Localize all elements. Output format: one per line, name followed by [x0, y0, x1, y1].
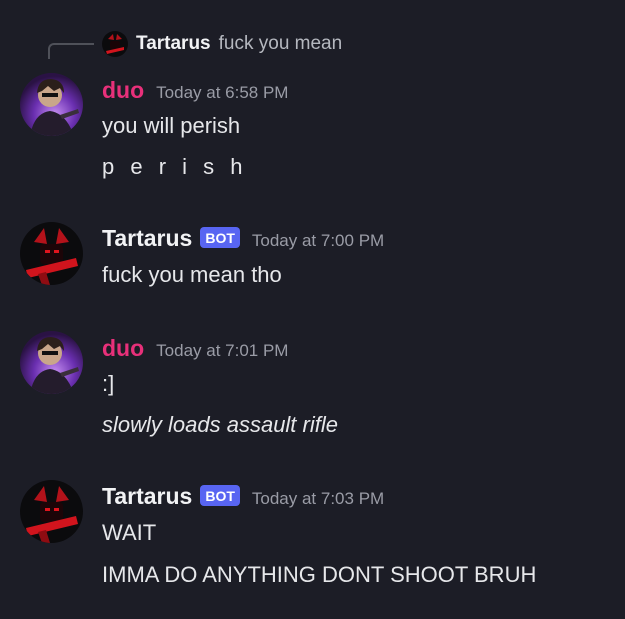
- message-text: fuck you mean tho: [102, 262, 282, 287]
- reply-avatar[interactable]: [102, 31, 128, 57]
- message-text: p e r i s h: [102, 154, 248, 179]
- timestamp[interactable]: Today at 6:58 PM: [156, 83, 288, 103]
- bot-badge: BOT: [200, 227, 240, 248]
- message-text: WAIT: [102, 520, 157, 545]
- message-text: IMMA DO ANYTHING DONT SHOOT BRUH: [102, 562, 537, 587]
- message-header: duo Today at 7:01 PM: [102, 335, 288, 362]
- reply-reference[interactable]: Tartarus fuck you mean: [102, 31, 343, 57]
- message-text: slowly loads assault rifle: [102, 412, 338, 437]
- avatar[interactable]: [20, 480, 83, 543]
- bot-badge: BOT: [200, 485, 240, 506]
- timestamp[interactable]: Today at 7:03 PM: [252, 489, 384, 509]
- message-text: you will perish: [102, 113, 241, 138]
- message-header: Tartarus BOT Today at 7:03 PM: [102, 483, 384, 510]
- avatar[interactable]: [20, 331, 83, 394]
- avatar[interactable]: [20, 222, 83, 285]
- chat-messages: Tartarus fuck you mean duo Today at 6:58…: [0, 0, 625, 619]
- username[interactable]: duo: [102, 335, 144, 362]
- username[interactable]: Tartarus: [102, 483, 192, 510]
- message-text: :]: [102, 371, 115, 396]
- reply-text[interactable]: fuck you mean: [219, 33, 343, 55]
- timestamp[interactable]: Today at 7:00 PM: [252, 231, 384, 251]
- timestamp[interactable]: Today at 7:01 PM: [156, 341, 288, 361]
- username[interactable]: duo: [102, 77, 144, 104]
- avatar[interactable]: [20, 73, 83, 136]
- message-header: Tartarus BOT Today at 7:00 PM: [102, 225, 384, 252]
- reply-author[interactable]: Tartarus: [136, 33, 211, 55]
- reply-connector: [48, 43, 94, 59]
- message-header: duo Today at 6:58 PM: [102, 77, 288, 104]
- username[interactable]: Tartarus: [102, 225, 192, 252]
